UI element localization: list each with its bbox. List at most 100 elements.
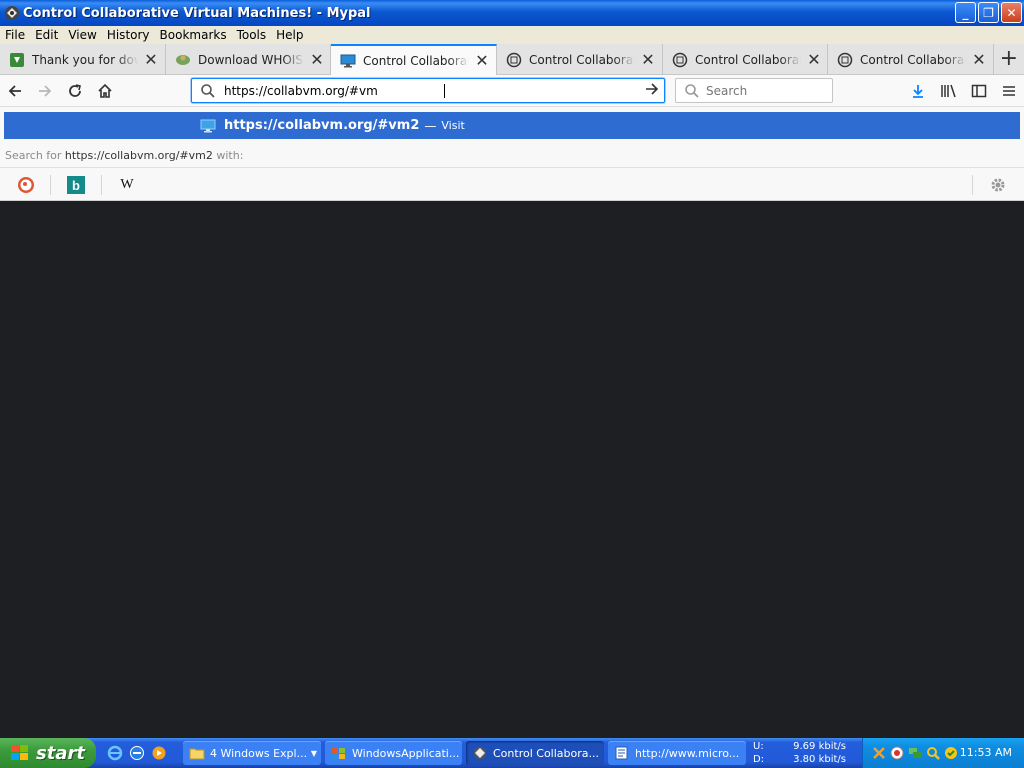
tab-close-icon[interactable]: ✕: [475, 51, 489, 70]
duckduckgo-icon[interactable]: [16, 175, 36, 195]
media-player-icon[interactable]: [150, 744, 167, 761]
tab-close-icon[interactable]: ✕: [807, 50, 821, 69]
taskbar: start 4 Windows Expl... ▼ WindowsApplica…: [0, 738, 1024, 768]
tray-globe-icon[interactable]: [889, 745, 905, 761]
bing-icon[interactable]: b: [66, 175, 86, 195]
internet-explorer-icon[interactable]: [106, 744, 123, 761]
mypal-app-icon: [4, 5, 20, 21]
start-label: start: [36, 742, 85, 764]
forward-arrow-icon: [39, 85, 52, 97]
taskbar-item-label: http://www.micro...: [635, 746, 740, 760]
tab-collabvm[interactable]: Control Collaborative Virtual Machines! …: [663, 44, 828, 75]
wikipedia-icon[interactable]: W: [117, 175, 137, 195]
home-button[interactable]: [95, 81, 115, 101]
maximize-icon: ❐: [983, 5, 994, 20]
tab-close-icon[interactable]: ✕: [310, 50, 324, 69]
minimize-button[interactable]: _: [955, 2, 976, 23]
library-button[interactable]: [939, 81, 959, 101]
search-bar[interactable]: [675, 78, 833, 103]
suggestion-url: https://collabvm.org/#vm2: [224, 118, 420, 133]
minimize-icon: _: [962, 5, 969, 20]
taskbar-item-windowsapplication[interactable]: WindowsApplicati...: [325, 741, 462, 765]
tab-label: Control Collaborative Virtual Machines!: [860, 52, 966, 67]
suggestion-action: Visit: [441, 119, 465, 132]
tab-close-icon[interactable]: ✕: [144, 50, 158, 69]
tray-network-icon[interactable]: [907, 745, 923, 761]
tab-close-icon[interactable]: ✕: [972, 50, 986, 69]
tab-close-icon[interactable]: ✕: [641, 50, 655, 69]
document-icon: [615, 746, 628, 760]
wikipedia-glyph: W: [120, 177, 134, 192]
window-title: Control Collaborative Virtual Machines! …: [23, 5, 371, 21]
menu-tools[interactable]: Tools: [232, 28, 272, 42]
menu-view[interactable]: View: [63, 28, 101, 42]
browser-icon[interactable]: [128, 744, 145, 761]
download-favicon-icon: [9, 52, 25, 68]
mypal-icon: [474, 747, 486, 759]
sidebar-icon: [971, 84, 987, 98]
menu-button[interactable]: [999, 81, 1019, 101]
collabvm-favicon-icon: [506, 52, 522, 68]
forward-button[interactable]: [35, 81, 55, 101]
go-arrow-icon[interactable]: [644, 81, 660, 101]
app-icon: [332, 748, 345, 759]
close-icon: ✕: [1006, 5, 1017, 20]
tab-label: Thank you for downloading: [32, 52, 138, 67]
clock: 11:53 AM: [959, 746, 1012, 759]
back-button[interactable]: [5, 81, 25, 101]
menu-file[interactable]: File: [0, 28, 30, 42]
menu-help[interactable]: Help: [271, 28, 308, 42]
tab-label: Control Collaborative Virtual Machines!: [695, 52, 801, 67]
download-arrow-icon: [913, 85, 923, 98]
network-meter: U: D: 9.69 kbit/s 3.80 kbit/s: [746, 738, 856, 768]
net-up-label: U:: [753, 741, 764, 752]
search-settings-button[interactable]: [988, 175, 1008, 195]
close-window-button[interactable]: ✕: [1001, 2, 1022, 23]
menu-edit[interactable]: Edit: [30, 28, 63, 42]
taskbar-item-label: 4 Windows Expl...: [210, 746, 308, 760]
tray-search-icon[interactable]: [925, 745, 941, 761]
suggestion-separator: —: [424, 118, 437, 133]
tab-strip: Thank you for downloading ✕ Download WHO…: [0, 44, 1024, 75]
search-for-prefix: Search for: [5, 149, 62, 162]
url-bar[interactable]: https://collabvm.org/#vm: [191, 78, 665, 103]
tab-collabvm-active[interactable]: Control Collaborative Virtual Machines! …: [331, 44, 497, 75]
tab-whois[interactable]: Download WHOIS Tool ✕: [166, 44, 331, 75]
svg-text:b: b: [72, 178, 80, 193]
monitor-favicon-icon: [200, 119, 216, 132]
search-for-line: Search for https://collabvm.org/#vm2 wit…: [5, 149, 243, 162]
tab-label: Control Collaborative Virtual Machines!: [529, 52, 635, 67]
taskbar-item-mypal[interactable]: Control Collabora...: [466, 741, 604, 765]
url-autocomplete-popup: https://collabvm.org/#vm2 — Visit Search…: [0, 107, 1024, 201]
menu-history[interactable]: History: [102, 28, 155, 42]
downloads-button[interactable]: [908, 81, 928, 101]
tab-collabvm[interactable]: Control Collaborative Virtual Machines! …: [828, 44, 994, 75]
search-for-term: https://collabvm.org/#vm2: [64, 149, 213, 162]
reload-button[interactable]: [65, 81, 85, 101]
maximize-button[interactable]: ❐: [978, 2, 999, 23]
menu-bookmarks[interactable]: Bookmarks: [155, 28, 232, 42]
net-down-label: D:: [753, 754, 765, 765]
taskbar-item-document[interactable]: http://www.micro...: [608, 741, 746, 765]
reload-icon: [69, 84, 81, 97]
net-up-value: 9.69 kbit/s: [793, 741, 846, 752]
new-tab-button[interactable]: +: [1000, 48, 1018, 70]
tray-tools-icon[interactable]: [871, 745, 887, 761]
tab-collabvm[interactable]: Control Collaborative Virtual Machines! …: [497, 44, 663, 75]
taskbar-item-windows-explorer[interactable]: 4 Windows Expl... ▼: [183, 741, 321, 765]
start-button[interactable]: start: [0, 738, 96, 768]
library-icon: [941, 84, 956, 98]
search-input[interactable]: [706, 83, 821, 98]
window-titlebar: Control Collaborative Virtual Machines! …: [0, 0, 1024, 26]
net-down-value: 3.80 kbit/s: [793, 754, 846, 765]
search-icon: [685, 84, 699, 98]
group-arrow-icon: ▼: [310, 748, 317, 758]
url-input[interactable]: https://collabvm.org/#vm: [224, 84, 378, 98]
tab-label: Download WHOIS Tool: [198, 52, 304, 67]
sidebar-button[interactable]: [969, 81, 989, 101]
back-arrow-icon: [8, 85, 21, 97]
tab-download-thanks[interactable]: Thank you for downloading ✕: [0, 44, 166, 75]
autocomplete-suggestion[interactable]: https://collabvm.org/#vm2 — Visit: [4, 112, 1020, 139]
tray-security-icon[interactable]: [943, 745, 959, 761]
search-engine-list: b W: [0, 167, 1024, 201]
